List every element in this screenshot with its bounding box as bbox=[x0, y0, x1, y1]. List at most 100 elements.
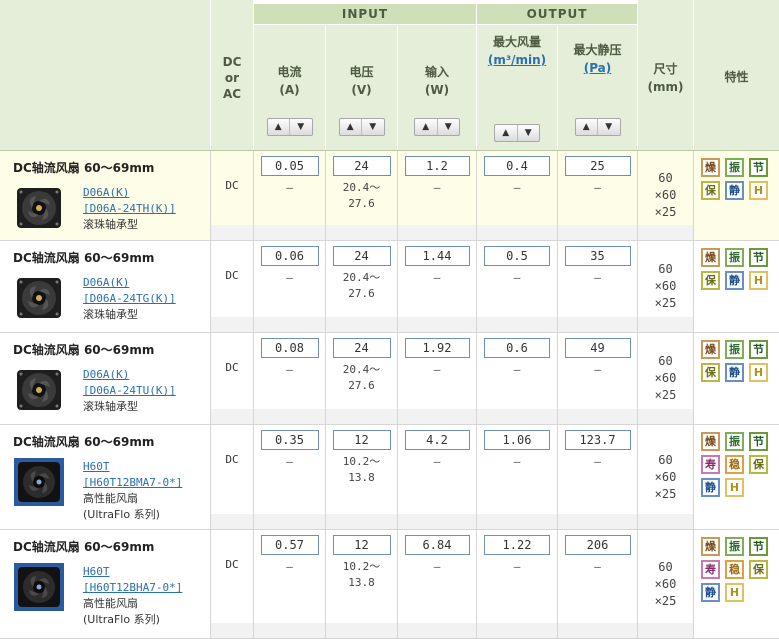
feature-badge[interactable]: 保 bbox=[701, 181, 720, 200]
col-current-header: 电流 (A) ▲ ▼ bbox=[254, 25, 325, 150]
product-model-link[interactable]: D06A(K) bbox=[83, 185, 129, 200]
feature-badge[interactable]: 燥 bbox=[701, 340, 720, 359]
feature-badge[interactable]: 燥 bbox=[701, 537, 720, 556]
size-value: 60 ×60 ×25 bbox=[638, 353, 693, 404]
value-input-range: – bbox=[433, 455, 441, 468]
product-partnumber-link[interactable]: [D06A-24TG(K)] bbox=[83, 291, 176, 306]
voltage-range-min: 20.4～ bbox=[342, 271, 381, 284]
column-divider bbox=[693, 151, 694, 241]
product-image-wrap bbox=[14, 275, 64, 325]
product-partnumber-link[interactable]: [D06A-24TU(K)] bbox=[83, 383, 176, 398]
feature-badge[interactable]: 保 bbox=[701, 271, 720, 290]
product-model-link[interactable]: D06A(K) bbox=[83, 367, 129, 382]
product-model-link[interactable]: H60T bbox=[83, 564, 110, 579]
col-input-unit: (W) bbox=[424, 83, 450, 97]
feature-badge[interactable]: 节 bbox=[749, 340, 768, 359]
feature-badge[interactable]: H bbox=[725, 478, 744, 497]
feature-badge[interactable]: 燥 bbox=[701, 158, 720, 177]
size-line: 60 bbox=[658, 354, 673, 368]
feature-badge[interactable]: 保 bbox=[749, 455, 768, 474]
size-line: ×25 bbox=[654, 296, 677, 310]
product-model-link[interactable]: D06A(K) bbox=[83, 275, 129, 290]
feature-badge[interactable]: 振 bbox=[725, 432, 744, 451]
product-partnumber-link[interactable]: [D06A-24TH(K)] bbox=[83, 201, 176, 216]
col-pressure-title: 最大静压 bbox=[573, 43, 622, 57]
value-pressure-range: – bbox=[594, 455, 601, 468]
col-size-unit: (mm) bbox=[647, 80, 684, 94]
sort-desc-icon[interactable]: ▼ bbox=[289, 119, 312, 135]
feature-badge[interactable]: 静 bbox=[725, 271, 744, 290]
value-voltage-range: 20.4～ 27.6 bbox=[326, 362, 397, 394]
sort-asc-icon[interactable]: ▲ bbox=[268, 119, 290, 135]
row-separator-band bbox=[211, 514, 694, 529]
sort-desc-icon[interactable]: ▼ bbox=[597, 119, 620, 135]
voltage-range-max: 13.8 bbox=[348, 576, 375, 589]
sort-desc-icon[interactable]: ▼ bbox=[361, 119, 384, 135]
column-divider bbox=[557, 425, 558, 530]
product-title: DC轴流风扇 60～69mm bbox=[13, 161, 155, 175]
sort-asc-icon[interactable]: ▲ bbox=[340, 119, 362, 135]
value-pressure-range: – bbox=[594, 271, 601, 284]
feature-badge[interactable]: 静 bbox=[725, 181, 744, 200]
voltage-range-max: 27.6 bbox=[348, 287, 375, 300]
feature-badge[interactable]: 节 bbox=[749, 158, 768, 177]
column-divider bbox=[253, 151, 254, 241]
feature-badge[interactable]: H bbox=[749, 271, 768, 290]
voltage-range-min: 20.4～ bbox=[342, 181, 381, 194]
feature-badge[interactable]: 静 bbox=[725, 363, 744, 382]
fan-product-image bbox=[17, 278, 61, 318]
feature-badge[interactable]: 节 bbox=[749, 537, 768, 556]
feature-badge[interactable]: 燥 bbox=[701, 248, 720, 267]
product-partnumber-link[interactable]: [H60T12BHA7-0*] bbox=[83, 580, 182, 595]
size-line: 60 bbox=[658, 560, 673, 574]
feature-badge[interactable]: 寿 bbox=[701, 560, 720, 579]
ac-label: AC bbox=[222, 87, 242, 101]
value-pressure: 206 bbox=[564, 535, 631, 555]
feature-badge[interactable]: 保 bbox=[701, 363, 720, 382]
feature-badge[interactable]: 保 bbox=[749, 560, 768, 579]
column-divider bbox=[210, 241, 211, 333]
feature-badge[interactable]: 振 bbox=[725, 248, 744, 267]
product-image-wrap bbox=[14, 563, 64, 615]
col-airflow-unit-link[interactable]: (m³/min) bbox=[477, 53, 557, 67]
feature-badge[interactable]: 静 bbox=[701, 478, 720, 497]
sort-desc-icon[interactable]: ▼ bbox=[516, 125, 540, 141]
col-size-title: 尺寸 bbox=[653, 62, 678, 76]
row-separator-band bbox=[211, 317, 694, 332]
column-divider bbox=[557, 530, 558, 639]
feature-badge[interactable]: H bbox=[749, 363, 768, 382]
product-model-link[interactable]: H60T bbox=[83, 459, 110, 474]
value-pressure: 25 bbox=[564, 156, 631, 176]
dc-label: DC bbox=[222, 55, 242, 69]
voltage-range-max: 27.6 bbox=[348, 379, 375, 392]
fan-product-image bbox=[14, 458, 64, 506]
feature-badge[interactable]: 燥 bbox=[701, 432, 720, 451]
sort-asc-icon[interactable]: ▲ bbox=[576, 119, 598, 135]
column-divider bbox=[476, 425, 477, 530]
sort-asc-icon[interactable]: ▲ bbox=[415, 119, 437, 135]
feature-badge[interactable]: H bbox=[725, 583, 744, 602]
size-line: ×25 bbox=[654, 487, 677, 501]
feature-badge[interactable]: 节 bbox=[749, 432, 768, 451]
feature-badge[interactable]: 寿 bbox=[701, 455, 720, 474]
power-type: DC bbox=[225, 269, 239, 282]
feature-badge[interactable]: 稳 bbox=[725, 560, 744, 579]
value-current: 0.35 bbox=[260, 430, 319, 450]
size-value: 60 ×60 ×25 bbox=[638, 452, 693, 503]
value-airflow: 0.5 bbox=[484, 246, 550, 266]
feature-badge[interactable]: 静 bbox=[701, 583, 720, 602]
feature-badge[interactable]: H bbox=[749, 181, 768, 200]
fan-product-image bbox=[17, 370, 61, 410]
sort-asc-icon[interactable]: ▲ bbox=[495, 125, 517, 141]
value-airflow-range: – bbox=[513, 181, 521, 194]
feature-badge[interactable]: 节 bbox=[749, 248, 768, 267]
col-pressure-unit-link[interactable]: (Pa) bbox=[558, 61, 637, 75]
feature-badge[interactable]: 振 bbox=[725, 158, 744, 177]
header-blank-cell bbox=[0, 0, 210, 150]
feature-badge[interactable]: 稳 bbox=[725, 455, 744, 474]
feature-badge[interactable]: 振 bbox=[725, 537, 744, 556]
size-line: ×60 bbox=[654, 371, 677, 385]
feature-badge[interactable]: 振 bbox=[725, 340, 744, 359]
sort-desc-icon[interactable]: ▼ bbox=[436, 119, 460, 135]
product-partnumber-link[interactable]: [H60T12BMA7-0*] bbox=[83, 475, 182, 490]
